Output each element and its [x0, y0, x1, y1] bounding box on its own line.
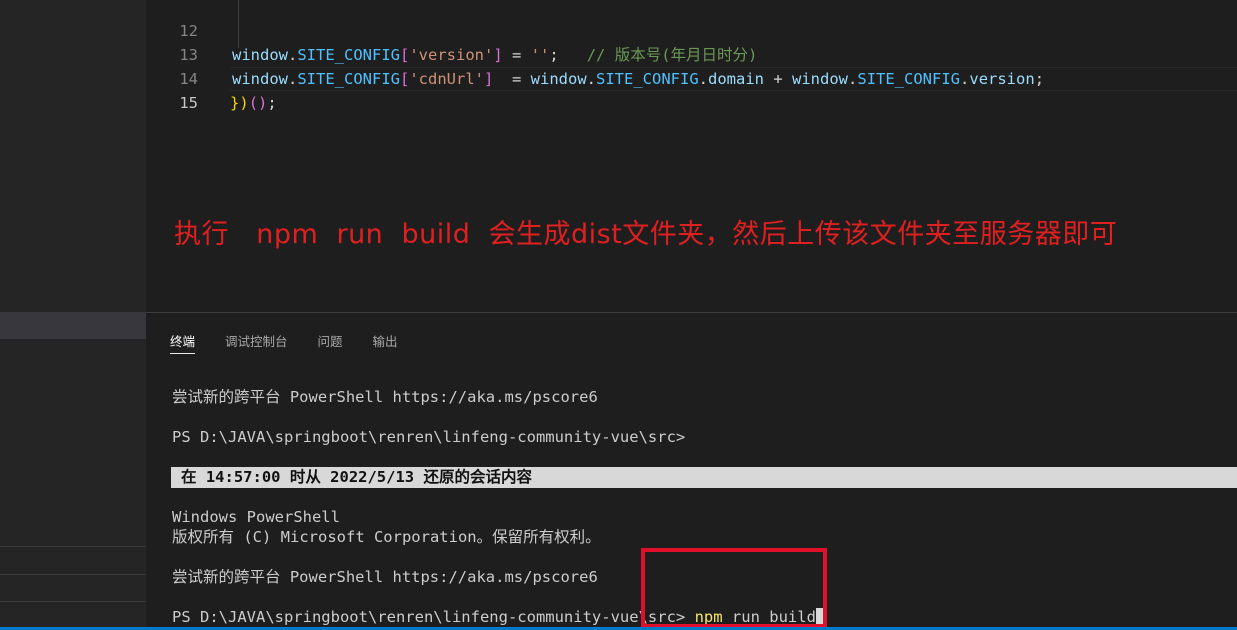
terminal-line: 尝试新的跨平台 PowerShell https://aka.ms/pscore… — [172, 388, 598, 406]
sidebar-divider — [0, 574, 146, 575]
terminal[interactable]: 尝试新的跨平台 PowerShell https://aka.ms/pscore… — [171, 383, 1237, 626]
bottom-panel: 终端 调试控制台 问题 输出 尝试新的跨平台 PowerShell https:… — [146, 312, 1237, 630]
code-editor[interactable]: 12 window.SITE_CONFIG['version'] = ''; /… — [146, 0, 1237, 312]
sidebar-divider — [0, 546, 146, 547]
terminal-prompt: PS D:\JAVA\springboot\renren\linfeng-com… — [172, 428, 686, 446]
terminal-line: 版权所有 (C) Microsoft Corporation。保留所有权利。 — [172, 528, 601, 546]
panel-tabs: 终端 调试控制台 问题 输出 — [170, 331, 428, 357]
vscode-window: 12 window.SITE_CONFIG['version'] = ''; /… — [0, 0, 1237, 630]
explorer-sidebar — [0, 0, 146, 630]
tab-problems[interactable]: 问题 — [318, 331, 343, 353]
line-number: 15 — [179, 94, 198, 112]
terminal-line: Windows PowerShell — [172, 508, 340, 526]
terminal-line: 尝试新的跨平台 PowerShell https://aka.ms/pscore… — [172, 568, 598, 586]
tab-debug-console[interactable]: 调试控制台 — [225, 331, 288, 353]
command-name: npm — [694, 608, 723, 626]
code-line[interactable]: 13 window.SITE_CONFIG['cdnUrl'] = window… — [146, 19, 1237, 88]
terminal-command-line[interactable]: PS D:\JAVA\springboot\renren\linfeng-com… — [172, 607, 825, 627]
code-line[interactable]: 12 window.SITE_CONFIG['version'] = ''; /… — [146, 0, 1237, 64]
tab-terminal[interactable]: 终端 — [170, 331, 196, 354]
terminal-cursor — [815, 608, 825, 625]
sidebar-divider — [0, 601, 146, 602]
session-restore-banner: 在 14:57:00 时从 2022/5/13 还原的会话内容 — [171, 467, 1237, 488]
line-code: })(); — [230, 94, 277, 112]
terminal-prompt: PS D:\JAVA\springboot\renren\linfeng-com… — [172, 608, 686, 626]
code-line[interactable]: 14 })(); — [146, 43, 1237, 112]
sidebar-selected-item[interactable] — [0, 312, 146, 339]
build-instruction-annotation: 执行 npm run build 会生成dist文件夹，然后上传该文件夹至服务器… — [174, 219, 1118, 250]
command-args: run build — [722, 608, 816, 626]
code-line[interactable]: 15 — [146, 67, 1237, 112]
tab-output[interactable]: 输出 — [373, 331, 398, 353]
